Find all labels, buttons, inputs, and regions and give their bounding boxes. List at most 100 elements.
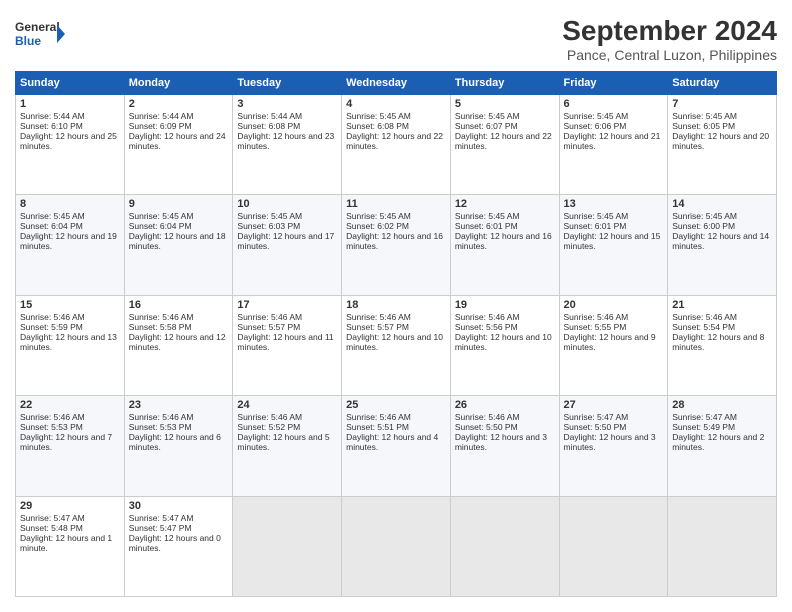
daylight-text: Daylight: 12 hours and 19 minutes.: [20, 231, 117, 251]
sunset-text: Sunset: 5:48 PM: [20, 523, 83, 533]
daylight-text: Daylight: 12 hours and 3 minutes.: [455, 432, 547, 452]
calendar-cell: 7Sunrise: 5:45 AMSunset: 6:05 PMDaylight…: [668, 95, 777, 195]
daylight-text: Daylight: 12 hours and 22 minutes.: [346, 131, 443, 151]
day-number: 10: [237, 198, 337, 210]
daylight-text: Daylight: 12 hours and 25 minutes.: [20, 131, 117, 151]
calendar-cell: 20Sunrise: 5:46 AMSunset: 5:55 PMDayligh…: [559, 295, 668, 395]
sunrise-text: Sunrise: 5:45 AM: [564, 111, 629, 121]
day-number: 29: [20, 500, 120, 512]
calendar-cell: 8Sunrise: 5:45 AMSunset: 6:04 PMDaylight…: [16, 195, 125, 295]
calendar-week-3: 15Sunrise: 5:46 AMSunset: 5:59 PMDayligh…: [16, 295, 777, 395]
column-header-wednesday: Wednesday: [342, 72, 451, 95]
daylight-text: Daylight: 12 hours and 6 minutes.: [129, 432, 221, 452]
sunset-text: Sunset: 5:54 PM: [672, 322, 735, 332]
calendar-week-2: 8Sunrise: 5:45 AMSunset: 6:04 PMDaylight…: [16, 195, 777, 295]
sunrise-text: Sunrise: 5:46 AM: [346, 412, 411, 422]
calendar-table: SundayMondayTuesdayWednesdayThursdayFrid…: [15, 71, 777, 597]
daylight-text: Daylight: 12 hours and 11 minutes.: [237, 332, 333, 352]
daylight-text: Daylight: 12 hours and 8 minutes.: [672, 332, 764, 352]
sunset-text: Sunset: 6:02 PM: [346, 221, 409, 231]
column-header-thursday: Thursday: [450, 72, 559, 95]
calendar-cell: [668, 496, 777, 596]
daylight-text: Daylight: 12 hours and 13 minutes.: [20, 332, 117, 352]
logo: General Blue: [15, 15, 65, 53]
calendar-cell: [450, 496, 559, 596]
day-number: 4: [346, 98, 446, 110]
sunset-text: Sunset: 6:06 PM: [564, 121, 627, 131]
column-header-saturday: Saturday: [668, 72, 777, 95]
day-number: 12: [455, 198, 555, 210]
sunset-text: Sunset: 6:08 PM: [237, 121, 300, 131]
sunrise-text: Sunrise: 5:46 AM: [237, 412, 302, 422]
day-number: 16: [129, 299, 229, 311]
daylight-text: Daylight: 12 hours and 10 minutes.: [455, 332, 552, 352]
main-title: September 2024: [562, 15, 777, 47]
sunset-text: Sunset: 6:09 PM: [129, 121, 192, 131]
day-number: 20: [564, 299, 664, 311]
day-number: 28: [672, 399, 772, 411]
day-number: 9: [129, 198, 229, 210]
sunset-text: Sunset: 6:10 PM: [20, 121, 83, 131]
calendar-cell: 9Sunrise: 5:45 AMSunset: 6:04 PMDaylight…: [124, 195, 233, 295]
sunset-text: Sunset: 6:01 PM: [455, 221, 518, 231]
sunrise-text: Sunrise: 5:45 AM: [346, 111, 411, 121]
calendar-cell: 11Sunrise: 5:45 AMSunset: 6:02 PMDayligh…: [342, 195, 451, 295]
sunset-text: Sunset: 6:04 PM: [20, 221, 83, 231]
sunrise-text: Sunrise: 5:47 AM: [129, 513, 194, 523]
sunrise-text: Sunrise: 5:45 AM: [672, 111, 737, 121]
sunrise-text: Sunrise: 5:45 AM: [672, 211, 737, 221]
calendar-cell: 25Sunrise: 5:46 AMSunset: 5:51 PMDayligh…: [342, 396, 451, 496]
sunrise-text: Sunrise: 5:45 AM: [129, 211, 194, 221]
sunset-text: Sunset: 5:57 PM: [346, 322, 409, 332]
day-number: 24: [237, 399, 337, 411]
sunrise-text: Sunrise: 5:46 AM: [20, 412, 85, 422]
calendar-cell: 6Sunrise: 5:45 AMSunset: 6:06 PMDaylight…: [559, 95, 668, 195]
calendar-cell: 19Sunrise: 5:46 AMSunset: 5:56 PMDayligh…: [450, 295, 559, 395]
sunrise-text: Sunrise: 5:45 AM: [237, 211, 302, 221]
calendar-cell: [233, 496, 342, 596]
column-header-friday: Friday: [559, 72, 668, 95]
daylight-text: Daylight: 12 hours and 22 minutes.: [455, 131, 552, 151]
calendar-cell: 27Sunrise: 5:47 AMSunset: 5:50 PMDayligh…: [559, 396, 668, 496]
calendar-week-5: 29 Sunrise: 5:47 AM Sunset: 5:48 PM Dayligh…: [16, 496, 777, 596]
calendar-cell: 15Sunrise: 5:46 AMSunset: 5:59 PMDayligh…: [16, 295, 125, 395]
day-number: 21: [672, 299, 772, 311]
calendar-cell: 3Sunrise: 5:44 AMSunset: 6:08 PMDaylight…: [233, 95, 342, 195]
sunrise-text: Sunrise: 5:46 AM: [129, 412, 194, 422]
sunrise-text: Sunrise: 5:45 AM: [20, 211, 85, 221]
calendar-cell: 12Sunrise: 5:45 AMSunset: 6:01 PMDayligh…: [450, 195, 559, 295]
sunset-text: Sunset: 5:53 PM: [129, 422, 192, 432]
sunrise-text: Sunrise: 5:44 AM: [237, 111, 302, 121]
sunrise-text: Sunrise: 5:45 AM: [346, 211, 411, 221]
daylight-text: Daylight: 12 hours and 4 minutes.: [346, 432, 438, 452]
sunset-text: Sunset: 5:47 PM: [129, 523, 192, 533]
calendar-cell: 1Sunrise: 5:44 AMSunset: 6:10 PMDaylight…: [16, 95, 125, 195]
calendar-cell: 24Sunrise: 5:46 AMSunset: 5:52 PMDayligh…: [233, 396, 342, 496]
sunset-text: Sunset: 5:50 PM: [455, 422, 518, 432]
calendar-cell: 28Sunrise: 5:47 AMSunset: 5:49 PMDayligh…: [668, 396, 777, 496]
calendar-cell: 22Sunrise: 5:46 AMSunset: 5:53 PMDayligh…: [16, 396, 125, 496]
daylight-text: Daylight: 12 hours and 0 minutes.: [129, 533, 221, 553]
title-block: September 2024 Pance, Central Luzon, Phi…: [562, 15, 777, 63]
day-number: 5: [455, 98, 555, 110]
calendar-cell: 16Sunrise: 5:46 AMSunset: 5:58 PMDayligh…: [124, 295, 233, 395]
sunset-text: Sunset: 6:01 PM: [564, 221, 627, 231]
sunset-text: Sunset: 5:51 PM: [346, 422, 409, 432]
calendar-cell: 4Sunrise: 5:45 AMSunset: 6:08 PMDaylight…: [342, 95, 451, 195]
calendar-page: General Blue September 2024 Pance, Centr…: [0, 0, 792, 612]
sunrise-text: Sunrise: 5:46 AM: [672, 312, 737, 322]
calendar-cell: 5Sunrise: 5:45 AMSunset: 6:07 PMDaylight…: [450, 95, 559, 195]
subtitle: Pance, Central Luzon, Philippines: [562, 47, 777, 63]
calendar-cell: 23Sunrise: 5:46 AMSunset: 5:53 PMDayligh…: [124, 396, 233, 496]
logo-svg: General Blue: [15, 15, 65, 53]
column-header-tuesday: Tuesday: [233, 72, 342, 95]
calendar-cell: 13Sunrise: 5:45 AMSunset: 6:01 PMDayligh…: [559, 195, 668, 295]
sunset-text: Sunset: 6:08 PM: [346, 121, 409, 131]
day-number: 22: [20, 399, 120, 411]
day-number: 2: [129, 98, 229, 110]
calendar-cell: 21Sunrise: 5:46 AMSunset: 5:54 PMDayligh…: [668, 295, 777, 395]
sunrise-text: Sunrise: 5:46 AM: [20, 312, 85, 322]
header: General Blue September 2024 Pance, Centr…: [15, 15, 777, 63]
daylight-text: Daylight: 12 hours and 5 minutes.: [237, 432, 329, 452]
day-number: 3: [237, 98, 337, 110]
